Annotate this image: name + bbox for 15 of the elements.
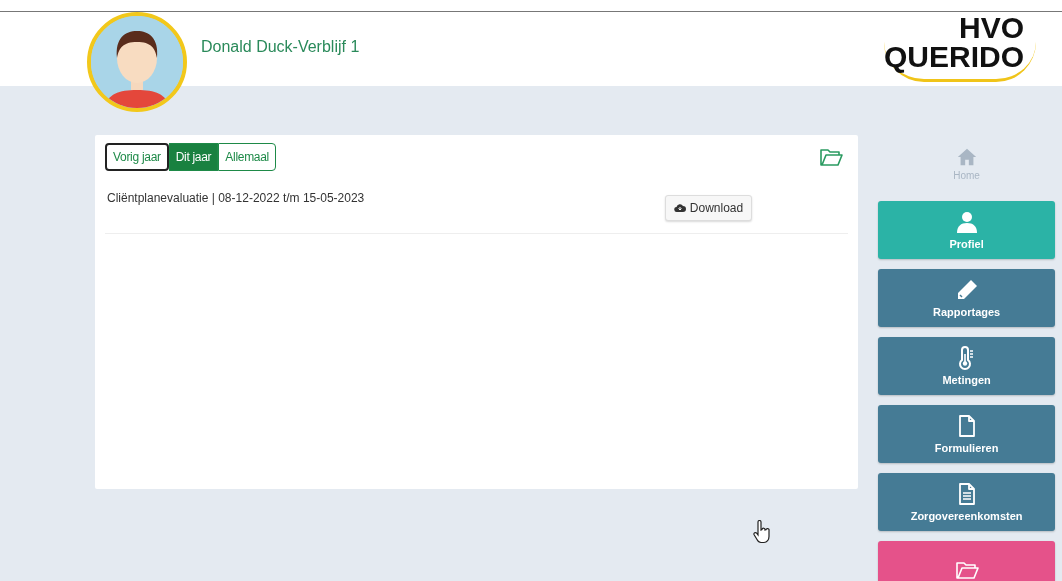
logo: HVO QUERIDO: [884, 14, 1036, 82]
hand-cursor-icon: [752, 520, 772, 544]
person-icon: [954, 210, 979, 234]
year-filter-tab[interactable]: Dit jaar: [168, 143, 219, 171]
nav-tile[interactable]: Rapportages: [878, 269, 1055, 327]
download-button[interactable]: Download: [664, 195, 753, 221]
year-filter-tab[interactable]: Allemaal: [218, 143, 276, 171]
cloud-download-icon: [673, 202, 686, 214]
nav-tile[interactable]: Profiel: [878, 201, 1055, 259]
year-filter-tab[interactable]: Vorig jaar: [105, 143, 169, 171]
nav-tile[interactable]: Formulieren: [878, 405, 1055, 463]
document-title: Cliëntplanevaluatie | 08-12-2022 t/m 15-05-2023: [107, 191, 365, 205]
nav-tile[interactable]: Metingen: [878, 337, 1055, 395]
client-name: Donald Duck-Verblijf 1: [201, 38, 361, 56]
nav-tile[interactable]: Zorgovereenkomsten: [878, 473, 1055, 531]
